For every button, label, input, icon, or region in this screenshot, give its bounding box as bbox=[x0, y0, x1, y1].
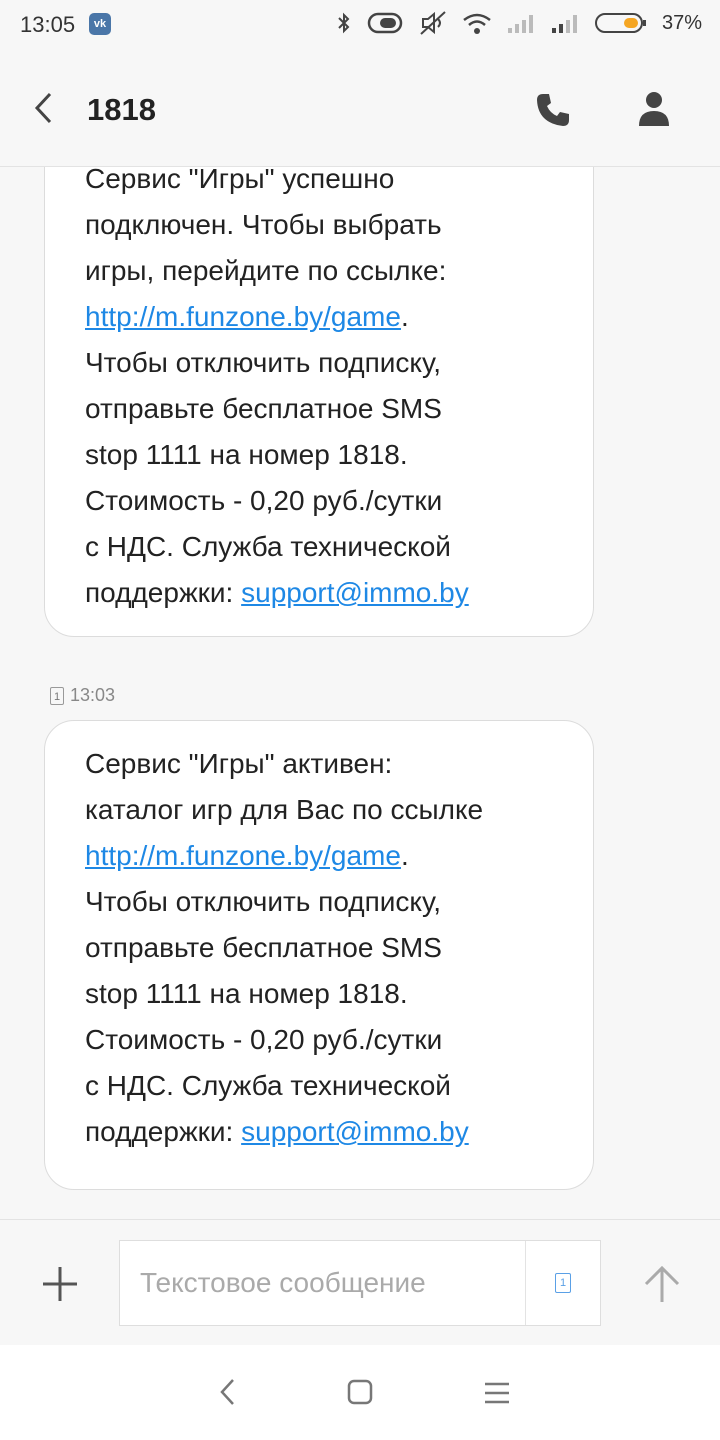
back-button[interactable] bbox=[26, 88, 66, 128]
battery-percent: 37% bbox=[661, 11, 702, 34]
signal-icon bbox=[551, 15, 577, 33]
compose-bar: 1 bbox=[0, 1219, 720, 1346]
support-email-link[interactable]: support@immo.by bbox=[241, 1116, 469, 1147]
nav-back-button[interactable] bbox=[214, 1377, 244, 1407]
message-input[interactable] bbox=[140, 1241, 520, 1325]
message-line: Стоимость - 0,20 руб./сутки bbox=[85, 1024, 443, 1055]
contact-button[interactable] bbox=[634, 88, 674, 128]
message-line: stop 1111 на номер 1818. bbox=[85, 978, 408, 1009]
message-list[interactable]: Сервис "Игры" успешно подключен. Чтобы в… bbox=[0, 167, 720, 1219]
timestamp-text: 13:03 bbox=[70, 685, 116, 705]
link-prefix: поддержки: bbox=[85, 1116, 242, 1147]
message-line: каталог игр для Вас по ссылке bbox=[85, 794, 484, 825]
message-line: Сервис "Игры" активен: bbox=[85, 748, 393, 779]
message-line: с НДС. Служба технической bbox=[85, 531, 451, 562]
message-line: поддержки: support@immo.by bbox=[85, 1109, 553, 1155]
link-prefix: поддержки: bbox=[85, 577, 242, 608]
signal-icon bbox=[507, 15, 533, 33]
link-suffix: . bbox=[400, 301, 409, 332]
vk-icon: vk bbox=[89, 13, 111, 35]
message-line: stop 1111 на номер 1818. bbox=[85, 439, 408, 470]
sim-select-button[interactable]: 1 bbox=[525, 1241, 600, 1325]
call-button[interactable] bbox=[533, 90, 573, 130]
bluetooth-icon bbox=[338, 12, 350, 34]
back-arrow-icon bbox=[34, 92, 52, 124]
wifi-icon bbox=[463, 13, 491, 34]
mute-icon bbox=[420, 11, 446, 35]
message-line: поддержки: support@immo.by bbox=[85, 570, 553, 616]
nav-back-icon bbox=[220, 1379, 234, 1405]
message-bubble[interactable]: Сервис "Игры" активен: каталог игр для В… bbox=[44, 720, 594, 1190]
battery-icon bbox=[594, 13, 646, 33]
message-line: Чтобы отключить подписку, bbox=[85, 347, 441, 378]
message-line: Стоимость - 0,20 руб./сутки bbox=[85, 485, 443, 516]
system-nav-bar bbox=[0, 1345, 720, 1440]
conversation-header: 1818 bbox=[0, 50, 720, 167]
nav-menu-button[interactable] bbox=[484, 1380, 510, 1406]
message-timestamp: 1 13:03 bbox=[50, 685, 115, 706]
message-line: отправьте бесплатное SMS bbox=[85, 393, 442, 424]
send-button[interactable] bbox=[640, 1262, 684, 1306]
message-line: с НДС. Служба технической bbox=[85, 1070, 451, 1101]
message-line: http://m.funzone.by/game. bbox=[85, 294, 553, 340]
support-email-link[interactable]: support@immo.by bbox=[241, 577, 469, 608]
phone-icon bbox=[537, 94, 569, 126]
plus-icon bbox=[43, 1267, 77, 1301]
conversation-title: 1818 bbox=[87, 92, 156, 127]
status-time: 13:05 bbox=[20, 12, 76, 37]
link-suffix: . bbox=[400, 840, 409, 871]
game-link[interactable]: http://m.funzone.by/game bbox=[85, 301, 401, 332]
message-bubble[interactable]: Сервис "Игры" успешно подключен. Чтобы в… bbox=[44, 167, 594, 637]
sim-card-icon: 1 bbox=[555, 1273, 571, 1293]
sim-card-icon: 1 bbox=[50, 686, 64, 705]
message-input-wrapper: 1 bbox=[119, 1240, 601, 1326]
message-line: Сервис "Игры" успешно bbox=[85, 167, 395, 194]
nav-home-icon bbox=[347, 1379, 373, 1405]
vibrate-icon bbox=[367, 12, 403, 34]
status-icons: 37% bbox=[336, 10, 702, 36]
add-attachment-button[interactable] bbox=[38, 1262, 82, 1306]
message-line: игры, перейдите по ссылке: bbox=[85, 255, 447, 286]
message-line: http://m.funzone.by/game. bbox=[85, 833, 553, 879]
message-line: подключен. Чтобы выбрать bbox=[85, 209, 442, 240]
send-arrow-icon bbox=[644, 1265, 680, 1302]
nav-menu-icon bbox=[485, 1382, 509, 1404]
message-line: Чтобы отключить подписку, bbox=[85, 886, 441, 917]
status-bar: 13:05 vk 37% bbox=[0, 0, 720, 50]
nav-home-button[interactable] bbox=[347, 1379, 373, 1405]
contact-icon bbox=[639, 92, 669, 126]
game-link[interactable]: http://m.funzone.by/game bbox=[85, 840, 401, 871]
message-line: отправьте бесплатное SMS bbox=[85, 932, 442, 963]
